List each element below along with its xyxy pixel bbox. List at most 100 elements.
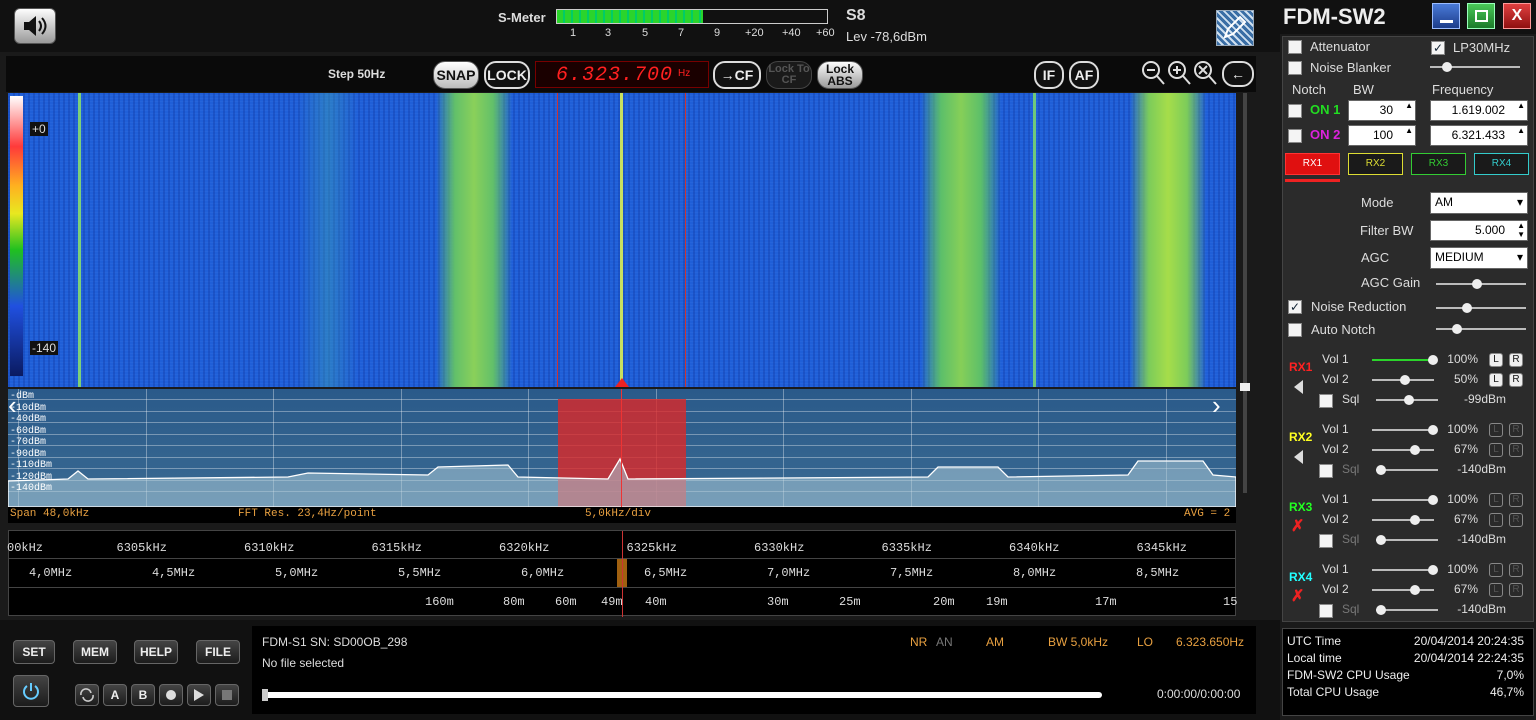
slider-knob[interactable] [1409, 515, 1420, 525]
slider-knob[interactable] [1428, 495, 1438, 505]
lock-to-cf-button[interactable]: Lock To CF [766, 61, 812, 89]
filter-bw-field[interactable]: 5.000 ▲ ▼ [1430, 220, 1528, 241]
slider-knob[interactable] [1428, 425, 1438, 435]
notch-checkbox[interactable] [1288, 129, 1302, 143]
receiver-slider[interactable] [1372, 445, 1434, 455]
if-button[interactable]: IF [1034, 61, 1064, 89]
notch-frequency-field[interactable]: 1.619.002 ▲ [1430, 100, 1528, 121]
spectrum[interactable]: -dBm -10dBm -40dBm -60dBm -70dBm -90dBm -110dB… [8, 389, 1236, 507]
record-button[interactable] [159, 684, 183, 706]
close-button[interactable]: X [1503, 3, 1531, 29]
left-channel-toggle[interactable]: L [1489, 513, 1503, 527]
left-channel-toggle[interactable]: L [1489, 583, 1503, 597]
frequency-display[interactable]: 6.323.700 Hz [535, 61, 709, 88]
agc-gain-slider[interactable] [1436, 279, 1526, 289]
file-button[interactable]: FILE [196, 640, 240, 664]
to-cf-button[interactable]: →CF [713, 61, 761, 89]
loop-button[interactable] [75, 684, 99, 706]
right-channel-toggle[interactable]: R [1509, 513, 1523, 527]
receiver-slider[interactable] [1376, 605, 1438, 615]
noise-reduction-slider[interactable] [1436, 303, 1526, 313]
noise-reduction-checkbox[interactable]: ✓ [1288, 300, 1302, 314]
scroll-left-button[interactable]: ‹ [8, 392, 32, 422]
lock-abs-button[interactable]: Lock ABS [817, 61, 863, 89]
zoom-reset-icon[interactable] [1192, 59, 1218, 87]
notch-bw-field[interactable]: 100 ▲ [1348, 125, 1416, 146]
agc-select[interactable]: MEDIUM ▾ [1430, 247, 1528, 269]
set-button[interactable]: SET [13, 640, 55, 664]
scrollbar-thumb[interactable] [1240, 383, 1250, 391]
waterfall[interactable] [8, 93, 1236, 387]
scroll-right-button[interactable]: › [1212, 392, 1236, 422]
back-button[interactable]: ← [1222, 61, 1254, 87]
playback-progress[interactable] [262, 689, 1102, 701]
slider-knob[interactable] [1376, 605, 1386, 615]
slider-knob[interactable] [1428, 565, 1438, 575]
snap-button[interactable]: SNAP [433, 61, 479, 89]
minimize-button[interactable] [1432, 3, 1460, 29]
rx-tab[interactable]: RX2 [1348, 153, 1403, 175]
mode-select[interactable]: AM ▾ [1430, 192, 1528, 214]
lock-button[interactable]: LOCK [484, 61, 530, 89]
slider-knob[interactable] [1409, 445, 1420, 455]
left-channel-toggle[interactable]: L [1489, 353, 1503, 367]
left-channel-toggle[interactable]: L [1489, 563, 1503, 577]
receiver-slider[interactable] [1372, 495, 1438, 505]
squelch-checkbox[interactable] [1319, 394, 1333, 408]
notch-frequency-field[interactable]: 6.321.433 ▲ [1430, 125, 1528, 146]
play-button[interactable] [187, 684, 211, 706]
help-button[interactable]: HELP [134, 640, 178, 664]
receiver-slider[interactable] [1372, 355, 1438, 365]
speaker-muted-icon[interactable]: ✗ [1291, 516, 1304, 536]
marker-a-button[interactable]: A [103, 684, 127, 706]
zoom-in-icon[interactable] [1166, 59, 1192, 87]
rx-tab[interactable]: RX3 [1411, 153, 1466, 175]
mem-button[interactable]: MEM [73, 640, 117, 664]
slider-knob[interactable] [1376, 535, 1386, 545]
speaker-icon[interactable] [1294, 380, 1303, 394]
noise-blanker-slider[interactable] [1430, 62, 1520, 72]
lp30-checkbox[interactable]: ✓ [1431, 41, 1445, 55]
step-label[interactable]: Step 50Hz [328, 67, 385, 81]
right-channel-toggle[interactable]: R [1509, 563, 1523, 577]
left-channel-toggle[interactable]: L [1489, 493, 1503, 507]
squelch-checkbox[interactable] [1319, 534, 1333, 548]
left-channel-toggle[interactable]: L [1489, 443, 1503, 457]
notch-bw-field[interactable]: 30 ▲ [1348, 100, 1416, 121]
slider-knob[interactable] [1404, 395, 1414, 405]
slider-knob[interactable] [1400, 375, 1410, 385]
af-button[interactable]: AF [1069, 61, 1099, 89]
rx-tab[interactable]: RX1 [1285, 153, 1340, 175]
receiver-slider[interactable] [1372, 515, 1434, 525]
auto-notch-slider[interactable] [1436, 324, 1526, 334]
speaker-muted-icon[interactable]: ✗ [1291, 586, 1304, 606]
right-channel-toggle[interactable]: R [1509, 583, 1523, 597]
stop-button[interactable] [215, 684, 239, 706]
receiver-slider[interactable] [1372, 565, 1438, 575]
right-channel-toggle[interactable]: R [1509, 373, 1523, 387]
rx-tab[interactable]: RX4 [1474, 153, 1529, 175]
auto-notch-checkbox[interactable] [1288, 323, 1302, 337]
left-channel-toggle[interactable]: L [1489, 423, 1503, 437]
squelch-checkbox[interactable] [1319, 464, 1333, 478]
receiver-slider[interactable] [1372, 425, 1438, 435]
speaker-icon[interactable] [1294, 450, 1303, 464]
zoom-out-icon[interactable] [1140, 59, 1166, 87]
maximize-button[interactable] [1467, 3, 1495, 29]
waterfall-scrollbar[interactable] [1240, 93, 1250, 493]
left-channel-toggle[interactable]: L [1489, 373, 1503, 387]
right-channel-toggle[interactable]: R [1509, 423, 1523, 437]
noise-blanker-checkbox[interactable] [1288, 61, 1302, 75]
frequency-scale[interactable]: 00kHz 6305kHz 6310kHz 6315kHz 6320kHz 6325kHz… [7, 530, 1237, 617]
settings-button[interactable] [1216, 10, 1254, 46]
slider-knob[interactable] [1376, 465, 1386, 475]
slider-knob[interactable] [1428, 355, 1438, 365]
right-channel-toggle[interactable]: R [1509, 353, 1523, 367]
squelch-checkbox[interactable] [1319, 604, 1333, 618]
receiver-slider[interactable] [1376, 395, 1438, 405]
receiver-slider[interactable] [1376, 465, 1438, 475]
progress-thumb[interactable] [262, 689, 268, 701]
marker-b-button[interactable]: B [131, 684, 155, 706]
power-button[interactable] [13, 675, 49, 707]
attenuator-checkbox[interactable] [1288, 40, 1302, 54]
